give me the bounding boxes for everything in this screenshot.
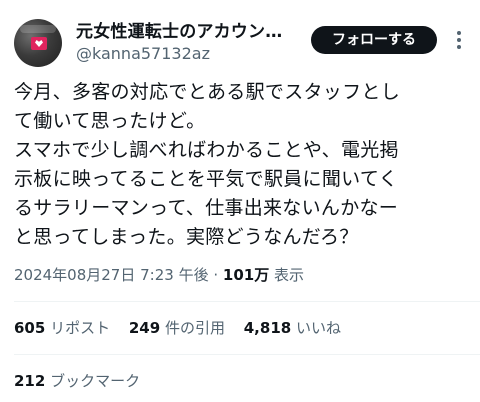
tweet-text: 今月、多客の対応でとある駅でスタッフとし て働いて思ったけど。 スマホで少し調べ… [14,78,470,252]
likes-count: 4,818 [243,319,292,337]
tweet-meta: 2024年08月27日 7:23 午後 · 101万 表示 [14,265,304,285]
follow-button[interactable]: フォローする [311,26,437,54]
quotes-label: 件の引用 [160,319,225,337]
divider [14,301,480,302]
tweet-text-line: と思ってしまった。実際どうなんだろ？ [14,226,359,248]
tweet-text-line: 今月、多客の対応でとある駅でスタッフとし [14,81,401,103]
avatar-highlight [20,25,56,33]
avatar-heart-icon [31,37,47,50]
tweet-timestamp[interactable]: 2024年08月27日 7:23 午後 [14,266,209,284]
author-display-name[interactable]: 元女性運転士のアカウン… [76,22,282,42]
views-count: 101万 [222,266,270,284]
avatar[interactable] [14,19,62,67]
reposts-count: 605 [14,319,46,337]
reposts-stat[interactable]: 605 リポスト [14,318,110,338]
engagement-stats: 605 リポスト 249 件の引用 4,818 いいね [14,318,355,338]
tweet-detail: 元女性運転士のアカウン… @kanna57132az フォローする 今月、多客の… [0,0,480,402]
quotes-stat[interactable]: 249 件の引用 [129,318,225,338]
bookmarks-count: 212 [14,372,46,390]
meta-separator: · [208,266,223,284]
reposts-label: リポスト [45,319,111,337]
more-vertical-icon[interactable] [450,30,468,50]
tweet-header: 元女性運転士のアカウン… @kanna57132az フォローする [0,0,480,76]
tweet-text-line: スマホで少し調べればわかることや、電光掲 [14,139,399,161]
likes-stat[interactable]: 4,818 いいね [244,318,341,338]
tweet-text-line: るサラリーマンって、仕事出来ないんかなー [14,197,399,219]
tweet-text-line: て働いて思ったけど。 [14,110,206,132]
likes-label: いいね [291,319,341,337]
author-handle[interactable]: @kanna57132az [76,44,210,64]
views-label: 表示 [269,266,304,284]
bookmarks-label: ブックマーク [45,372,141,390]
divider [14,354,480,355]
quotes-count: 249 [128,319,161,337]
tweet-text-line: 示板に映ってることを平気で駅員に聞いてく [14,168,398,190]
bookmarks-stat[interactable]: 212 ブックマーク [14,371,140,391]
